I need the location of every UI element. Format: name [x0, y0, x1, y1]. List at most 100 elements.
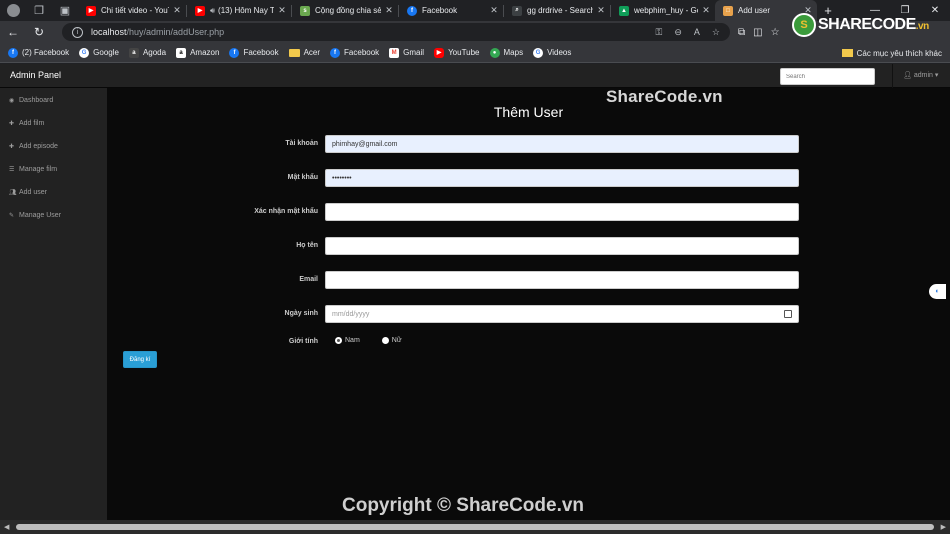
- extensions-icon[interactable]: ⧉: [738, 27, 745, 38]
- user-name: admin: [913, 72, 933, 79]
- split-screen-icon[interactable]: ◫: [753, 27, 762, 38]
- favorites-icon[interactable]: ☆: [771, 27, 780, 38]
- browser-tab[interactable]: f Facebook ✕: [399, 0, 503, 21]
- close-icon[interactable]: ✕: [489, 5, 499, 16]
- sidebar-item-label: Dashboard: [19, 97, 54, 104]
- scroll-left-icon[interactable]: ◀: [4, 523, 9, 531]
- account-field[interactable]: phimhay@gmail.com: [325, 135, 799, 153]
- reload-button[interactable]: ↻: [26, 21, 52, 43]
- sidebar-item-dashboard[interactable]: ◉ Dashboard: [0, 89, 107, 112]
- tab-title: gg drdrive - Search: [527, 6, 593, 15]
- bookmark-item[interactable]: f Facebook: [330, 47, 379, 58]
- user-icon: 👤︎: [903, 72, 912, 79]
- profile-button[interactable]: [0, 0, 26, 21]
- search-input[interactable]: [780, 68, 875, 85]
- close-icon[interactable]: ✕: [701, 5, 711, 16]
- form-row-account: Tài khoản phimhay@gmail.com: [107, 135, 950, 153]
- url-path: /huy/admin/addUser.php: [126, 27, 225, 37]
- browser-tab[interactable]: ▶ Chi tiết video - YouT ✕: [78, 0, 186, 21]
- submit-button[interactable]: Đăng kí: [123, 351, 157, 368]
- sharecode-icon: s: [300, 5, 310, 16]
- other-favorites[interactable]: Các mục yêu thích khác: [841, 43, 942, 63]
- star-icon[interactable]: ☆: [712, 27, 720, 38]
- email-field[interactable]: [325, 271, 799, 289]
- scrollbar-thumb[interactable]: [16, 524, 934, 530]
- bookmark-item[interactable]: ● Maps: [489, 47, 523, 58]
- gender-radio-group: Nam Nữ: [335, 337, 424, 344]
- bookmark-folder[interactable]: Acer: [288, 48, 321, 57]
- scroll-right-icon[interactable]: ▶: [941, 523, 946, 531]
- account-value: phimhay@gmail.com: [332, 140, 398, 148]
- bookmark-label: Acer: [303, 48, 321, 57]
- close-icon[interactable]: ✕: [596, 5, 606, 16]
- close-icon[interactable]: ✕: [172, 5, 182, 16]
- sidebar-item-label: Manage film: [19, 166, 58, 173]
- read-aloud-icon[interactable]: A: [694, 27, 700, 37]
- omnibox-actions: ⚿ ⊖ A ☆: [656, 23, 721, 41]
- tab-search-button[interactable]: ▣: [52, 0, 78, 21]
- toolbar-actions: ⧉ ◫ ☆: [738, 21, 780, 43]
- bookmark-item[interactable]: a Agoda: [128, 47, 166, 58]
- dob-field[interactable]: mm/dd/yyyy: [325, 305, 799, 323]
- admin-navbar: Admin Panel 👤︎ admin ▾: [0, 64, 950, 88]
- calendar-icon[interactable]: [784, 310, 792, 318]
- bookmark-item[interactable]: f (2) Facebook: [8, 47, 70, 58]
- browser-tab[interactable]: s Cộng đồng chia sẻ ✕: [292, 0, 398, 21]
- bookmark-label: Facebook: [243, 48, 279, 57]
- bookmark-item[interactable]: G Google: [79, 47, 119, 58]
- password-label: Mật khẩu: [287, 174, 318, 181]
- watermark-copyright: Copyright © ShareCode.vn: [342, 495, 585, 516]
- dashboard-icon: ◉: [9, 98, 15, 104]
- password-field[interactable]: ••••••••: [325, 169, 799, 187]
- browser-tab[interactable]: ⌕ gg drdrive - Search ✕: [504, 0, 610, 21]
- sidebar-item-label: Add film: [19, 120, 45, 127]
- bookmark-item[interactable]: G Videos: [533, 47, 571, 58]
- radio-male-label: Nam: [345, 337, 360, 344]
- browser-tab[interactable]: ▶ 🔊︎ (13) Hôm Nay Tô ✕: [187, 0, 291, 21]
- tab-groups-button[interactable]: ❐: [26, 0, 52, 21]
- sidebar-item-add-film[interactable]: ✚ Add film: [0, 112, 107, 135]
- sidebar-item-manage-film[interactable]: ☰ Manage film: [0, 158, 107, 181]
- folder-icon: [841, 49, 853, 57]
- zoom-icon[interactable]: ⊖: [674, 27, 682, 38]
- form-row-dob: Ngày sinh mm/dd/yyyy: [107, 305, 950, 323]
- site-info-icon[interactable]: i: [72, 26, 83, 38]
- confirm-password-field[interactable]: [325, 203, 799, 221]
- horizontal-scrollbar[interactable]: ◀ ▶: [0, 520, 950, 534]
- bookmark-label: YouTube: [448, 48, 480, 57]
- sidebar-item-add-episode[interactable]: ✚ Add episode: [0, 135, 107, 158]
- bookmark-item[interactable]: M Gmail: [389, 47, 424, 58]
- form-row-confirm: Xác nhận mật khẩu: [107, 203, 950, 221]
- main-content: Thêm User Tài khoản phimhay@gmail.com Mậ…: [107, 88, 950, 534]
- sidebar-item-manage-user[interactable]: ✎ Manage User: [0, 204, 107, 227]
- sidebar-item-add-user[interactable]: 👥︎ Add user: [0, 181, 107, 204]
- form-row-gender: Giới tính Nam Nữ: [107, 333, 950, 351]
- bookmark-label: (2) Facebook: [22, 48, 70, 57]
- youtube-icon: ▶: [86, 5, 96, 16]
- back-button[interactable]: ←: [0, 21, 26, 43]
- address-bar[interactable]: i localhost/huy/admin/addUser.php ⚿ ⊖ A …: [62, 23, 730, 41]
- account-label: Tài khoản: [285, 140, 318, 147]
- form-row-password: Mật khẩu ••••••••: [107, 169, 950, 187]
- bookmark-label: Amazon: [190, 48, 220, 57]
- radio-male[interactable]: [335, 337, 342, 344]
- radio-female-label: Nữ: [391, 337, 402, 344]
- page-title: Thêm User: [493, 104, 564, 120]
- close-icon[interactable]: ✕: [277, 5, 287, 16]
- logo-main: SHARECODE: [818, 16, 916, 33]
- facebook-icon: f: [229, 47, 240, 58]
- key-icon[interactable]: ⚿: [656, 27, 663, 38]
- user-dropdown[interactable]: 👤︎ admin ▾: [903, 71, 938, 79]
- radio-female[interactable]: [381, 337, 389, 344]
- bookmark-item[interactable]: ▶ YouTube: [434, 47, 480, 58]
- speaker-icon[interactable]: 🔊︎: [210, 6, 215, 16]
- admin-brand[interactable]: Admin Panel: [10, 70, 61, 80]
- tab-title: (13) Hôm Nay Tô: [218, 6, 274, 15]
- fullname-field[interactable]: [325, 237, 799, 255]
- browser-tab[interactable]: ▲ webphim_huy - Goo ✕: [611, 0, 715, 21]
- facebook-icon: f: [407, 5, 417, 16]
- close-icon[interactable]: ✕: [384, 5, 394, 16]
- bookmark-item[interactable]: a Amazon: [176, 47, 220, 58]
- floating-widget-icon[interactable]: ◐: [929, 284, 946, 299]
- bookmark-item[interactable]: f Facebook: [229, 47, 279, 58]
